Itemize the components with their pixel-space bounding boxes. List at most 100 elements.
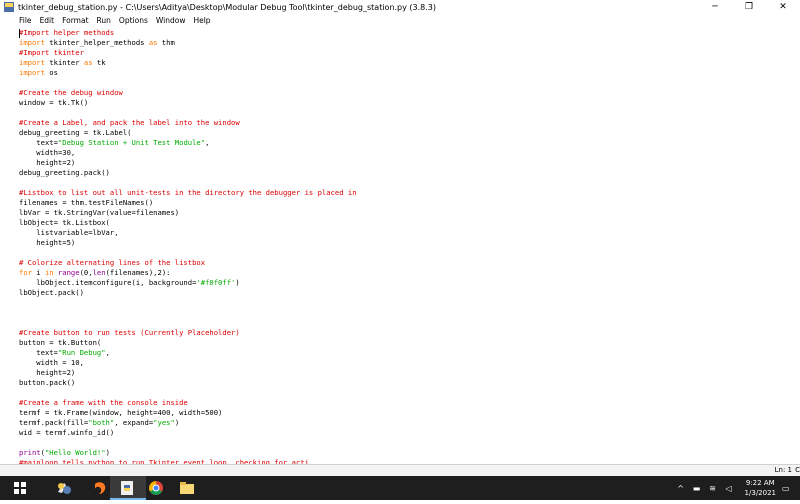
- code-token-plain: tkinter: [44, 58, 84, 67]
- code-token-builtin: range: [57, 268, 80, 277]
- code-line: lbVar = tk.StringVar(value=filenames): [19, 208, 800, 218]
- code-line: height=2): [19, 368, 800, 378]
- code-token-plain: ): [174, 418, 180, 427]
- window-controls: ─ ❐ ✕: [698, 0, 800, 14]
- code-token-comment: #Import tkinter: [19, 48, 84, 57]
- code-token-plain: ): [105, 448, 110, 457]
- code-token-keyword: as: [83, 58, 93, 67]
- wifi-icon[interactable]: ≋: [707, 484, 719, 493]
- code-token-plain: height=2): [19, 368, 76, 377]
- code-line: width=30,: [19, 148, 800, 158]
- taskbar-app-file-explorer[interactable]: [170, 476, 206, 500]
- code-token-plain: button = tk.Button(: [19, 338, 102, 347]
- code-token-comment: #Create a frame with the console inside: [19, 398, 188, 407]
- status-bar: Ln: 1 C: [0, 464, 800, 476]
- code-line: text="Run Debug",: [19, 348, 800, 358]
- code-line: button = tk.Button(: [19, 338, 800, 348]
- close-button[interactable]: ✕: [766, 0, 800, 14]
- menu-format[interactable]: Format: [58, 16, 92, 25]
- code-token-plain: tk: [92, 58, 106, 67]
- menu-help[interactable]: Help: [189, 16, 214, 25]
- code-line: # Colorize alternating lines of the list…: [19, 258, 800, 268]
- code-token-plain: lbObject.pack(): [19, 288, 84, 297]
- code-token-plain: termf.pack(fill=: [19, 418, 89, 427]
- code-line: import tkinter_helper_methods as thm: [19, 38, 800, 48]
- code-line: #Create a Label, and pack the label into…: [19, 118, 800, 128]
- code-token-plain: (0,: [79, 268, 93, 277]
- code-line: listvariable=lbVar,: [19, 228, 800, 238]
- code-line: #Import tkinter: [19, 48, 800, 58]
- code-token-plain: tkinter_helper_methods: [44, 38, 149, 47]
- window-title: tkinter_debug_station.py - C:\Users\Adit…: [18, 2, 437, 12]
- code-token-keyword: import: [19, 68, 45, 77]
- code-line: width = 10,: [19, 358, 800, 368]
- code-editor[interactable]: #Import helper methods import tkinter_hel…: [19, 28, 800, 464]
- keyboard-icon[interactable]: ▬: [691, 484, 703, 493]
- code-line: debug_greeting.pack(): [19, 168, 800, 178]
- python-file-icon: [4, 2, 14, 12]
- code-token-plain: text=: [19, 138, 58, 147]
- volume-icon[interactable]: ◁: [723, 484, 735, 493]
- column-indicator: C: [795, 466, 800, 474]
- code-line: debug_greeting = tk.Label(: [19, 128, 800, 138]
- menu-options[interactable]: Options: [115, 16, 152, 25]
- code-token-plain: height=5): [19, 238, 76, 247]
- code-token-builtin: len: [92, 268, 106, 277]
- code-token-plain: thm: [157, 38, 175, 47]
- title-bar: tkinter_debug_station.py - C:\Users\Adit…: [0, 0, 800, 14]
- menu-file[interactable]: File: [0, 16, 36, 25]
- clock[interactable]: 9:22 AM 1/3/2021: [745, 478, 776, 498]
- code-token-comment: #Listbox to list out all unit-tests in t…: [19, 188, 357, 197]
- code-token-plain: lbObject.itemconfigure(i, background=: [19, 278, 197, 287]
- code-token-plain: text=: [19, 348, 58, 357]
- code-line: #Import helper methods: [19, 28, 800, 38]
- menu-edit[interactable]: Edit: [36, 16, 59, 25]
- chevron-up-icon[interactable]: ^: [675, 484, 687, 493]
- code-token-plain: ,: [105, 348, 110, 357]
- notification-icon[interactable]: ▭: [782, 484, 794, 493]
- code-token-builtin: print: [19, 448, 41, 457]
- code-token-plain: listvariable=lbVar,: [19, 228, 119, 237]
- clock-date: 1/3/2021: [744, 489, 776, 497]
- taskbar-app-python-idle[interactable]: [46, 476, 82, 500]
- code-token-comment: #Create button to run tests (Currently P…: [19, 328, 240, 337]
- code-token-plain: termf = tk.Frame(window, height=400, wid…: [19, 408, 223, 417]
- code-token-plain: height=2): [19, 158, 76, 167]
- code-token-string: "Debug Station + Unit Test Module": [57, 138, 206, 147]
- code-line: window = tk.Tk(): [19, 98, 800, 108]
- system-tray: ^ ▬ ≋ ◁ 9:22 AM 1/3/2021 ▭: [671, 476, 794, 500]
- menu-bar: File Edit Format Run Options Window Help: [0, 14, 800, 26]
- menu-run[interactable]: Run: [93, 16, 115, 25]
- maximize-button[interactable]: ❐: [732, 0, 766, 14]
- code-line: lbObject= tk.Listbox(: [19, 218, 800, 228]
- menu-window[interactable]: Window: [152, 16, 190, 25]
- code-token-plain: wid = termf.winfo_id(): [19, 428, 115, 437]
- python-idle-icon: [58, 483, 71, 494]
- code-line: button.pack(): [19, 378, 800, 388]
- code-token-plain: lbObject= tk.Listbox(: [19, 218, 110, 227]
- code-token-plain: width=30,: [19, 148, 76, 157]
- code-token-comment: #Import helper methods: [19, 28, 115, 37]
- code-text[interactable]: #Import helper methods import tkinter_hel…: [19, 28, 800, 464]
- code-token-plain: ,: [205, 138, 210, 147]
- code-token-plain: width = 10,: [19, 358, 84, 367]
- minimize-button[interactable]: ─: [698, 0, 732, 14]
- file-explorer-icon: [180, 482, 194, 494]
- code-token-plain: filenames = thm.testFileNames(): [19, 198, 154, 207]
- code-token-keyword: import: [19, 58, 45, 67]
- text-cursor: [19, 29, 20, 38]
- start-button[interactable]: [0, 476, 40, 500]
- code-token-plain: window = tk.Tk(): [19, 98, 89, 107]
- code-token-plain: lbVar = tk.StringVar(value=filenames): [19, 208, 180, 217]
- code-line: termf = tk.Frame(window, height=400, wid…: [19, 408, 800, 418]
- code-line: lbObject.itemconfigure(i, background='#f…: [19, 278, 800, 288]
- code-line: lbObject.pack(): [19, 288, 800, 298]
- code-line: filenames = thm.testFileNames(): [19, 198, 800, 208]
- code-token-comment: #Create a Label, and pack the label into…: [19, 118, 240, 127]
- taskbar: ^ ▬ ≋ ◁ 9:22 AM 1/3/2021 ▭: [0, 476, 800, 500]
